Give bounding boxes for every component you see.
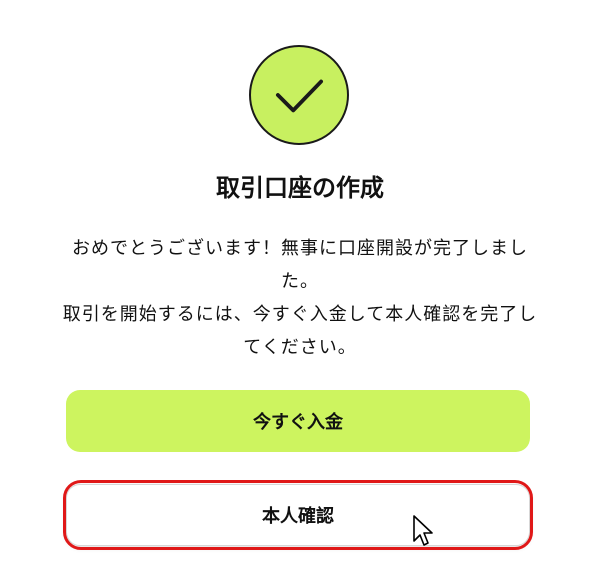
- deposit-now-button[interactable]: 今すぐ入金: [66, 390, 530, 452]
- page-title: 取引口座の作成: [216, 174, 384, 202]
- mouse-cursor-icon: [413, 515, 433, 546]
- message-line-instruction: 取引を開始するには、今すぐ入金して本人確認を完了してください。: [62, 304, 538, 358]
- success-message: おめでとうございます！無事に口座開設が完了しました。 取引を開始するには、今すぐ…: [60, 232, 540, 364]
- account-created-page: 取引口座の作成 おめでとうございます！無事に口座開設が完了しました。 取引を開始…: [0, 0, 600, 571]
- check-icon: [275, 79, 323, 113]
- message-line-completed: おめでとうございます！無事に口座開設が完了しました。: [72, 238, 528, 292]
- success-check-icon: [249, 45, 349, 145]
- identity-verification-button[interactable]: 本人確認: [66, 484, 530, 546]
